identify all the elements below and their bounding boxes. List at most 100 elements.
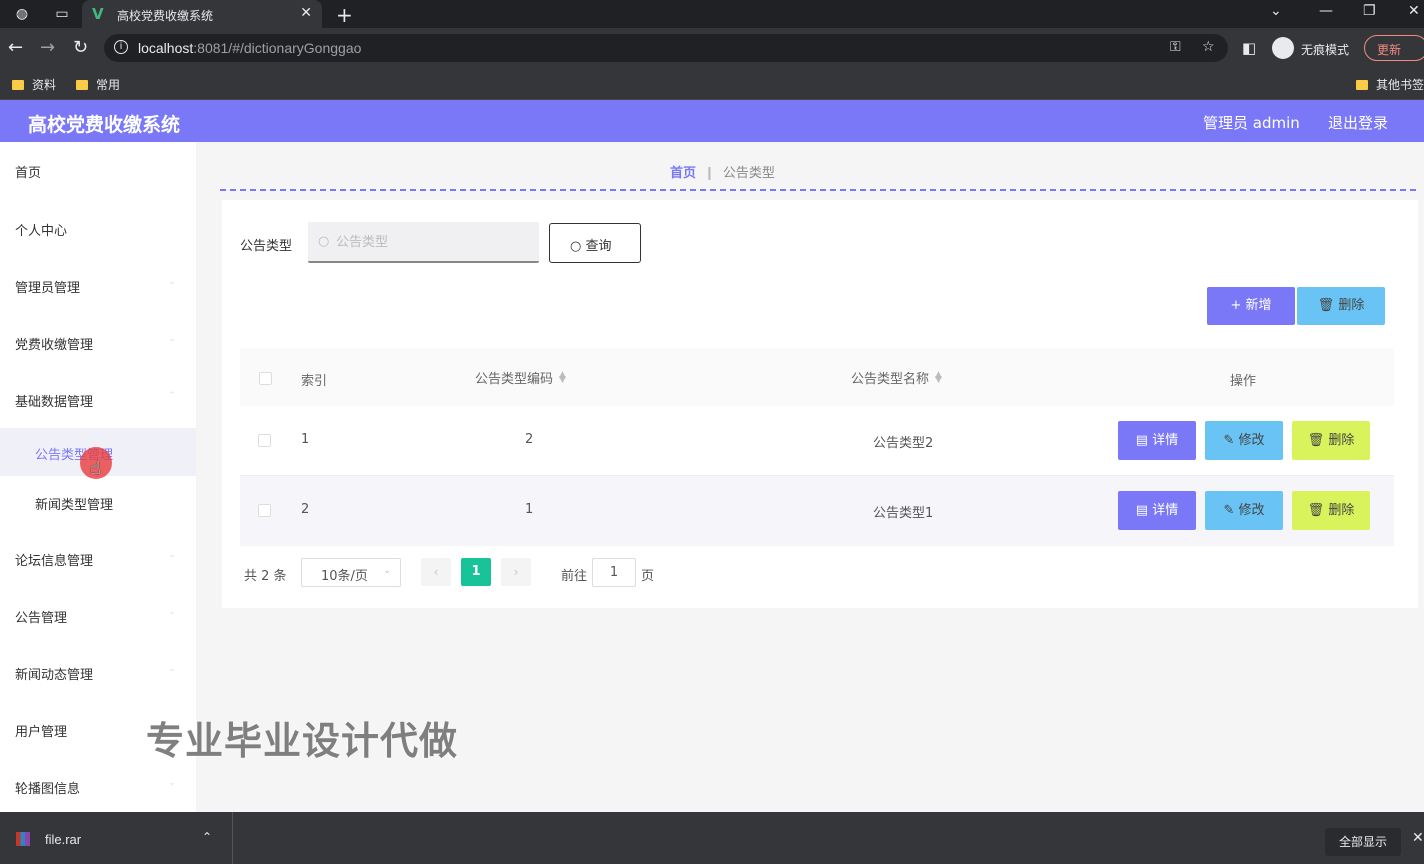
bookmark-star-icon[interactable]: ☆ (1202, 39, 1215, 55)
tab-close-icon[interactable]: ✕ (300, 5, 312, 21)
edit-button[interactable]: ✎ 修改 (1205, 421, 1283, 460)
batch-delete-label: 删除 (1338, 298, 1365, 313)
sidebar-item-label: 新闻动态管理 (15, 668, 94, 683)
sidebar-item-notice[interactable]: 公告管理 ⌄ (0, 595, 196, 635)
window-icon[interactable]: ▭ (54, 6, 70, 22)
tab-search-icon[interactable]: ⌄ (1270, 3, 1282, 19)
sidebar-item-label: 用户管理 (15, 725, 68, 740)
delete-button[interactable]: 🗑 删除 (1292, 491, 1370, 530)
page-number-current[interactable]: 1 (461, 558, 491, 586)
edit-button[interactable]: ✎ 修改 (1205, 491, 1283, 530)
new-tab-icon[interactable]: + (336, 3, 353, 27)
site-info-icon[interactable]: i (114, 40, 128, 54)
chevron-left-icon: ‹ (433, 565, 439, 579)
delete-button[interactable]: 🗑 删除 (1292, 421, 1370, 460)
tab-title: 高校党费收缴系统 (117, 9, 214, 23)
bookmarks-bar: 资料 常用 其他书签 (0, 68, 1424, 100)
column-header-name[interactable]: 公告类型名称 ▲ ▼ (851, 368, 942, 388)
sidebar-item-label: 论坛信息管理 (15, 554, 94, 569)
detail-button[interactable]: ▤ 详情 (1118, 421, 1196, 460)
incognito-indicator[interactable]: 无痕模式 (1272, 35, 1362, 61)
update-button[interactable]: 更新 (1364, 35, 1424, 61)
cell-name: 公告类型1 (873, 506, 934, 521)
page-size-value: 10条/页 (321, 569, 368, 584)
sidebar-item-forum[interactable]: 论坛信息管理 ⌄ (0, 538, 196, 578)
chevron-up-icon: ⌃ (168, 391, 176, 401)
search-input[interactable] (336, 232, 526, 252)
edit-label: 修改 (1238, 503, 1265, 518)
next-page-button[interactable]: › (501, 558, 531, 586)
key-icon[interactable]: ⚿ (1170, 39, 1181, 55)
chevron-down-icon: ⌄ (168, 277, 176, 287)
hand-cursor-icon: ☝ (90, 458, 101, 479)
bookmark-label: 资料 (32, 78, 57, 92)
column-header-actions: 操作 (1230, 374, 1257, 389)
sort-icon[interactable]: ▲ ▼ (559, 371, 566, 385)
row-checkbox[interactable] (258, 434, 271, 447)
url-text: localhost:8081/#/dictionaryGonggao (138, 40, 362, 56)
cell-name: 公告类型2 (873, 436, 934, 451)
globe-icon[interactable]: ◍ (14, 6, 30, 22)
sidebar-item-admin[interactable]: 管理员管理 ⌄ (0, 265, 196, 305)
prev-page-button[interactable]: ‹ (421, 558, 451, 586)
batch-delete-button[interactable]: 🗑 删除 (1297, 287, 1385, 325)
reload-icon[interactable]: ↻ (73, 38, 88, 58)
other-bookmarks[interactable]: 其他书签 (1356, 76, 1424, 93)
detail-label: 详情 (1152, 433, 1179, 448)
sort-icon[interactable]: ▲ ▼ (935, 371, 942, 385)
chevron-down-icon: ⌄ (168, 550, 176, 560)
breadcrumb-home[interactable]: 首页 (670, 166, 696, 181)
pagination-total: 共 2 条 (244, 569, 287, 584)
current-user: 管理员 admin (1203, 114, 1300, 132)
goto-page-input[interactable]: 1 (592, 558, 636, 587)
edit-label: 修改 (1238, 433, 1265, 448)
restore-icon[interactable]: ❐ (1363, 3, 1376, 19)
folder-icon (1356, 80, 1368, 90)
detail-button[interactable]: ▤ 详情 (1118, 491, 1196, 530)
bookmark-folder[interactable]: 常用 (76, 76, 120, 93)
download-file-name[interactable]: file.rar (45, 832, 81, 847)
rar-file-icon (16, 832, 30, 846)
pencil-icon: ✎ (1223, 503, 1239, 518)
sidebar-item-label: 管理员管理 (15, 281, 81, 296)
bookmark-folder[interactable]: 资料 (12, 76, 56, 93)
sidebar-item-home[interactable]: 首页 (0, 150, 196, 190)
sidebar-item-label: 公告管理 (15, 611, 68, 626)
select-all-checkbox[interactable] (259, 372, 272, 385)
search-field[interactable]: ○ (308, 222, 539, 263)
browser-tab[interactable]: V 高校党费收缴系统 ✕ (82, 0, 322, 28)
query-button[interactable]: ○ 查询 (549, 223, 641, 263)
show-all-downloads-button[interactable]: 全部显示 (1325, 828, 1401, 856)
folder-icon (76, 80, 88, 90)
logout-link[interactable]: 退出登录 (1328, 112, 1388, 133)
sidebar-item-label: 基础数据管理 (15, 395, 94, 410)
sidebar-item-label: 党费收缴管理 (15, 338, 94, 353)
sidebar-item-profile[interactable]: 个人中心 (0, 208, 196, 248)
sidebar-item-basic-data[interactable]: 基础数据管理 ⌃ (0, 379, 196, 419)
chevron-up-icon[interactable]: ⌃ (202, 830, 212, 844)
sidebar-item-news-type[interactable]: 新闻类型管理 (0, 480, 196, 520)
search-icon: ○ (318, 234, 330, 249)
column-header-label: 公告类型编码 (475, 372, 554, 387)
sidebar-item-news[interactable]: 新闻动态管理 ⌄ (0, 652, 196, 692)
forward-icon[interactable]: → (40, 38, 55, 58)
vue-logo-icon: V (92, 5, 104, 23)
document-icon: ▤ (1135, 433, 1153, 448)
column-header-code[interactable]: 公告类型编码 ▲ ▼ (475, 368, 566, 388)
sidebar-item-carousel[interactable]: 轮播图信息 ⌄ (0, 766, 196, 806)
side-panel-icon[interactable]: ◧ (1242, 38, 1256, 58)
url-field[interactable]: i localhost:8081/#/dictionaryGonggao ⚿ ☆ (104, 34, 1228, 62)
plus-icon: + (1230, 298, 1246, 313)
close-download-bar-icon[interactable]: ✕ (1412, 830, 1424, 846)
cell-index: 2 (301, 502, 310, 517)
column-header-label: 公告类型名称 (851, 372, 930, 387)
breadcrumb-separator-icon: ❙ (704, 166, 715, 181)
minimize-icon[interactable]: — (1319, 3, 1333, 19)
watermark-text: 专业毕业设计代做 (146, 719, 459, 763)
window-close-icon[interactable]: ✕ (1408, 3, 1420, 19)
add-button[interactable]: + 新增 (1207, 287, 1295, 325)
back-icon[interactable]: ← (8, 38, 23, 58)
page-size-select[interactable]: 10条/页 ⌄ (301, 558, 401, 587)
sidebar-item-fees[interactable]: 党费收缴管理 ⌄ (0, 322, 196, 362)
row-checkbox[interactable] (258, 504, 271, 517)
